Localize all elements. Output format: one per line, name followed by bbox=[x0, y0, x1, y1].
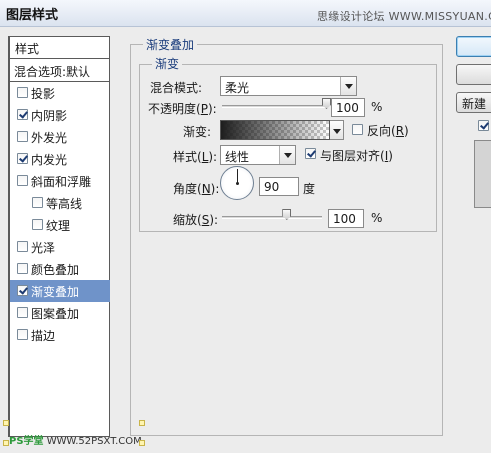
effect-item[interactable]: 内阴影 bbox=[10, 104, 110, 126]
ok-button[interactable] bbox=[456, 36, 491, 57]
angle-dial[interactable] bbox=[220, 166, 254, 200]
scale-unit: % bbox=[371, 211, 383, 225]
gradient-label: 渐变: bbox=[183, 125, 212, 139]
blend-mode-select[interactable]: 柔光 bbox=[220, 76, 357, 96]
watermark-bottom: PS学堂 WWW.52PSXT.COM bbox=[9, 432, 142, 447]
effect-checkbox[interactable] bbox=[17, 329, 28, 340]
watermark-top: 思缘设计论坛 WWW.MISSYUAN.COM bbox=[317, 10, 491, 23]
align-with-layer-checkbox[interactable] bbox=[305, 148, 316, 159]
angle-input[interactable]: 90 bbox=[259, 177, 299, 196]
opacity-unit: % bbox=[371, 100, 383, 114]
effect-label: 内发光 bbox=[31, 153, 68, 167]
effect-item[interactable]: 纹理 bbox=[10, 214, 110, 236]
corner-marker-icon bbox=[139, 440, 145, 446]
opacity-slider-track[interactable] bbox=[222, 105, 326, 108]
reverse-checkbox[interactable] bbox=[352, 124, 363, 135]
effect-label: 渐变叠加 bbox=[31, 285, 80, 299]
effect-label: 描边 bbox=[31, 329, 56, 343]
style-value: 线性 bbox=[225, 150, 250, 164]
scale-input[interactable]: 100 bbox=[328, 209, 364, 228]
blending-options-label: 混合选项:默认 bbox=[14, 65, 91, 79]
style-preview bbox=[474, 140, 491, 208]
angle-unit: 度 bbox=[303, 182, 316, 196]
style-select[interactable]: 线性 bbox=[220, 145, 296, 165]
effect-label: 等高线 bbox=[46, 197, 83, 211]
effect-item[interactable]: 图案叠加 bbox=[10, 302, 110, 324]
preview-checkbox[interactable] bbox=[478, 120, 489, 131]
scale-slider-track[interactable] bbox=[222, 216, 322, 219]
effect-checkbox[interactable] bbox=[32, 197, 43, 208]
gradient-picker-dropdown[interactable] bbox=[330, 120, 344, 140]
styles-header-label: 样式 bbox=[15, 42, 40, 56]
corner-marker-icon bbox=[3, 440, 9, 446]
blend-mode-label: 混合模式: bbox=[150, 81, 203, 95]
title-bar: 图层样式 思缘设计论坛 WWW.MISSYUAN.COM bbox=[0, 0, 491, 27]
chevron-down-icon bbox=[279, 146, 295, 164]
reverse-label: 反向(R) bbox=[367, 124, 409, 138]
effect-label: 图案叠加 bbox=[31, 307, 80, 321]
blend-mode-value: 柔光 bbox=[225, 81, 250, 95]
blending-options-item[interactable]: 混合选项:默认 bbox=[10, 60, 110, 82]
watermark-bottom-a: PS学堂 bbox=[9, 436, 44, 447]
scale-label: 缩放(S): bbox=[173, 213, 219, 227]
gradient-swatch[interactable] bbox=[220, 120, 330, 140]
effect-label: 斜面和浮雕 bbox=[31, 175, 92, 189]
effect-item[interactable]: 颜色叠加 bbox=[10, 258, 110, 280]
effect-checkbox[interactable] bbox=[17, 109, 28, 120]
effect-item[interactable]: 内发光 bbox=[10, 148, 110, 170]
watermark-bottom-b: WWW.52PSXT.COM bbox=[46, 436, 142, 447]
angle-center bbox=[236, 182, 239, 185]
effect-label: 投影 bbox=[31, 87, 56, 101]
effect-item[interactable]: 外发光 bbox=[10, 126, 110, 148]
effect-label: 纹理 bbox=[46, 219, 71, 233]
effect-checkbox[interactable] bbox=[17, 87, 28, 98]
effect-checkbox[interactable] bbox=[17, 241, 28, 252]
effect-checkbox[interactable] bbox=[17, 307, 28, 318]
effect-item[interactable]: 等高线 bbox=[10, 192, 110, 214]
effect-item[interactable]: 斜面和浮雕 bbox=[10, 170, 110, 192]
corner-marker-icon bbox=[3, 420, 9, 426]
angle-label: 角度(N): bbox=[173, 182, 220, 196]
effect-checkbox[interactable] bbox=[17, 263, 28, 274]
effect-item[interactable]: 渐变叠加 bbox=[10, 280, 110, 302]
chevron-down-icon bbox=[340, 77, 356, 95]
align-with-layer-label: 与图层对齐(I) bbox=[320, 149, 393, 163]
effect-label: 颜色叠加 bbox=[31, 263, 80, 277]
cancel-button[interactable] bbox=[456, 64, 491, 85]
effect-checkbox[interactable] bbox=[17, 153, 28, 164]
gradient-group-title: 渐变 bbox=[152, 55, 183, 72]
opacity-label: 不透明度(P): bbox=[148, 102, 217, 116]
new-style-button[interactable]: 新建 bbox=[456, 92, 491, 113]
gradient-overlay-title: 渐变叠加 bbox=[143, 36, 198, 53]
effect-item[interactable]: 描边 bbox=[10, 324, 110, 346]
effect-checkbox[interactable] bbox=[17, 175, 28, 186]
effect-checkbox[interactable] bbox=[17, 285, 28, 296]
effect-label: 内阴影 bbox=[31, 109, 68, 123]
effect-item[interactable]: 光泽 bbox=[10, 236, 110, 258]
effect-label: 光泽 bbox=[31, 241, 56, 255]
styles-header[interactable]: 样式 bbox=[10, 37, 110, 59]
effect-checkbox[interactable] bbox=[32, 219, 43, 230]
styles-list: 样式 混合选项:默认 投影内阴影外发光内发光斜面和浮雕等高线纹理光泽颜色叠加渐变… bbox=[8, 36, 110, 437]
effect-checkbox[interactable] bbox=[17, 131, 28, 142]
effect-label: 外发光 bbox=[31, 131, 68, 145]
opacity-input[interactable]: 100 bbox=[331, 98, 365, 117]
effect-item[interactable]: 投影 bbox=[10, 82, 110, 104]
dialog-title: 图层样式 bbox=[6, 8, 59, 23]
style-label: 样式(L): bbox=[173, 150, 218, 164]
